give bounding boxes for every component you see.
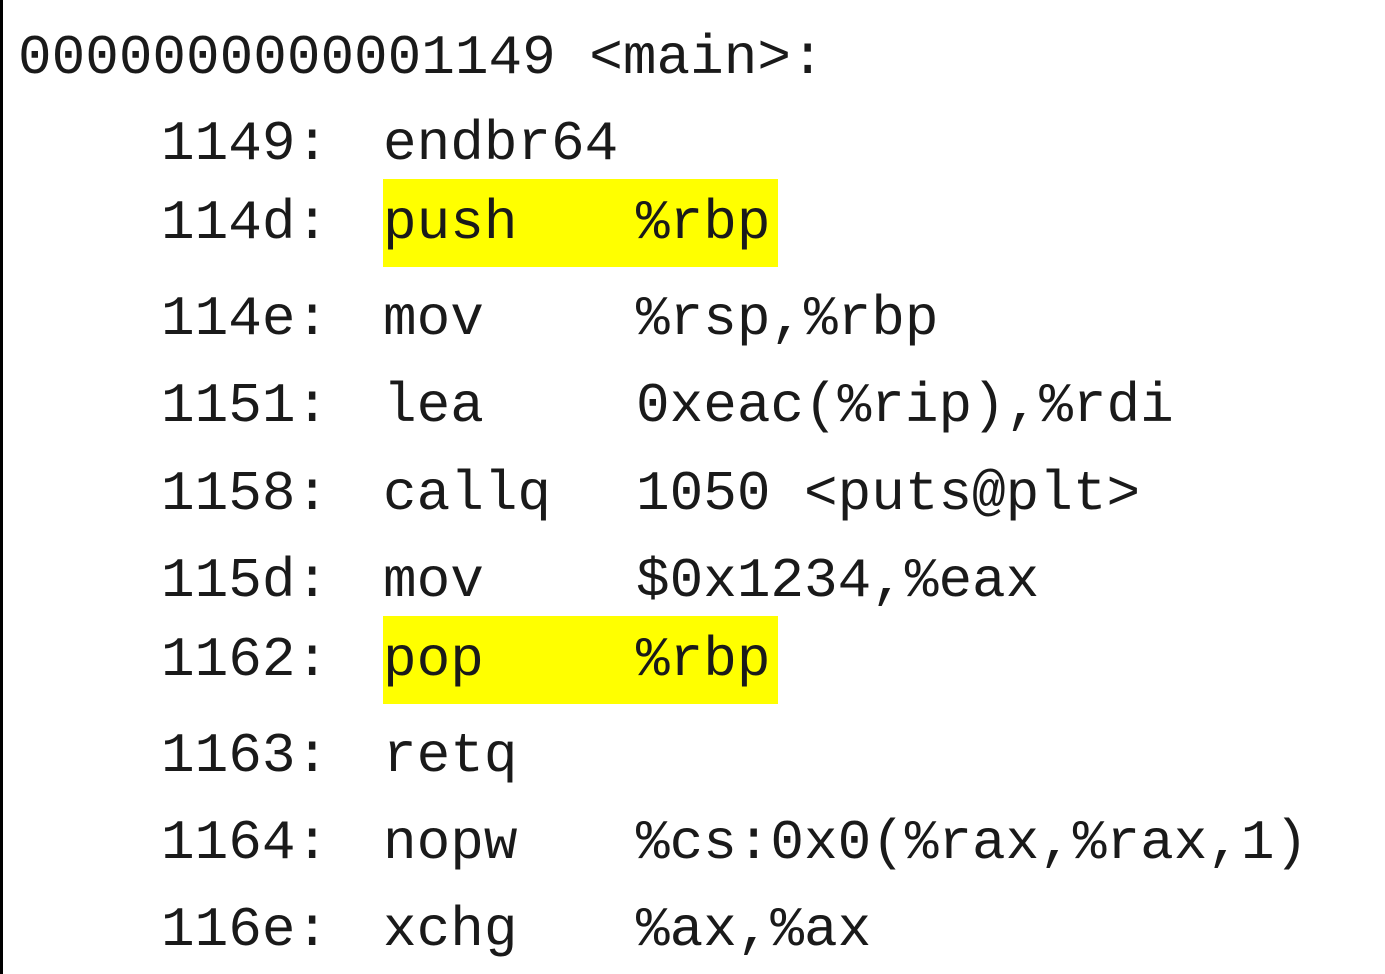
instruction-operands: 1050 <puts@plt> [636,462,1141,526]
instruction-body: mov %rsp,%rbp [383,275,938,363]
instruction-address: 114d: [161,191,330,255]
instruction-operands: %rbp [636,628,771,692]
instruction-mnemonic: mov [383,549,484,613]
instruction-mnemonic: nopw [383,811,518,875]
instruction-address: 1149: [161,112,330,176]
highlighted-instruction: push %rbp [383,179,778,267]
instruction-address: 1158: [161,462,330,526]
instruction-mnemonic: lea [383,374,484,438]
instruction-row: 115d: mov $0x1234,%eax [3,537,1385,625]
instruction-body: retq [383,712,778,800]
instruction-mnemonic: pop [383,628,484,692]
instruction-address: 116e: [161,898,330,962]
instruction-row: 114e: mov %rsp,%rbp [3,275,1385,363]
instruction-body: mov $0x1234,%eax [383,537,1039,625]
instruction-body: lea 0xeac(%rip),%rdi [383,362,1174,450]
instruction-mnemonic: callq [383,462,552,526]
instruction-row: 116e: xchg %ax,%ax [3,886,1385,974]
instruction-operands: %rsp,%rbp [636,287,939,351]
instruction-row: 114d: push %rbp [3,179,1385,267]
instruction-address: 1164: [161,811,330,875]
instruction-row: 1163: retq [3,712,1385,800]
instruction-operands: %rbp [636,191,771,255]
instruction-address: 1151: [161,374,330,438]
instruction-row: 1149: endbr64 [3,100,1385,188]
instruction-address: 1163: [161,724,330,788]
instruction-operands: %cs:0x0(%rax,%rax,1) [636,811,1309,875]
instruction-body: nopw %cs:0x0(%rax,%rax,1) [383,799,1308,887]
highlighted-instruction: pop %rbp [383,616,778,704]
instruction-mnemonic: xchg [383,898,518,962]
instruction-body: xchg %ax,%ax [383,886,871,974]
instruction-row: 1164: nopw %cs:0x0(%rax,%rax,1) [3,799,1385,887]
instruction-address: 114e: [161,287,330,351]
disassembly-listing: 0000000000001149 <main>: 1149: endbr64 1… [0,0,1385,974]
instruction-operands: 0xeac(%rip),%rdi [636,374,1174,438]
instruction-row: 1151: lea 0xeac(%rip),%rdi [3,362,1385,450]
instruction-address: 1162: [161,628,330,692]
instruction-body: endbr64 [383,100,778,188]
instruction-body: callq 1050 <puts@plt> [383,450,1140,538]
instruction-address: 115d: [161,549,330,613]
instruction-operands: $0x1234,%eax [636,549,1040,613]
instruction-mnemonic: endbr64 [383,112,619,176]
instruction-row: 1162: pop %rbp [3,616,1385,704]
instruction-row: 1158: callq 1050 <puts@plt> [3,450,1385,538]
function-header: 0000000000001149 <main>: [18,26,825,90]
instruction-mnemonic: retq [383,724,518,788]
instruction-mnemonic: mov [383,287,484,351]
instruction-operands: %ax,%ax [636,898,872,962]
instruction-mnemonic: push [383,191,518,255]
